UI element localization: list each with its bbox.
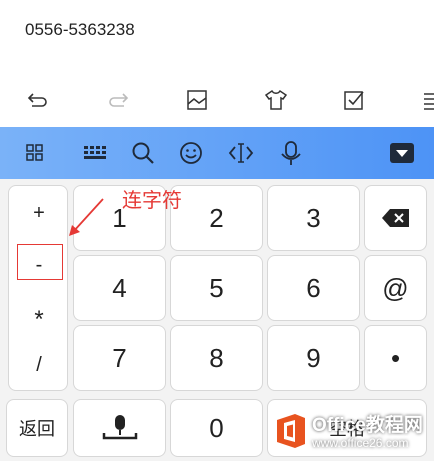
phone-number-input[interactable]: 0556-5363238 xyxy=(25,20,135,40)
microphone-icon xyxy=(102,415,137,440)
symbol-column: + - * / xyxy=(8,185,68,391)
search-icon[interactable] xyxy=(129,139,157,167)
plus-key[interactable]: + xyxy=(9,202,69,225)
checkbox-icon[interactable] xyxy=(340,86,368,114)
mic-icon[interactable] xyxy=(277,139,305,167)
hyphen-highlight-box xyxy=(17,244,63,280)
redo-icon[interactable] xyxy=(104,86,132,114)
watermark: Office教程网 www.office26.com xyxy=(272,408,434,458)
key-3[interactable]: 3 xyxy=(267,185,360,251)
dot-key[interactable]: • xyxy=(364,325,427,391)
key-8[interactable]: 8 xyxy=(170,325,263,391)
key-9[interactable]: 9 xyxy=(267,325,360,391)
key-4[interactable]: 4 xyxy=(73,255,166,321)
shirt-icon[interactable] xyxy=(262,86,290,114)
collapse-icon[interactable] xyxy=(388,139,416,167)
backspace-icon xyxy=(381,209,409,227)
key-0[interactable]: 0 xyxy=(170,399,263,457)
key-5[interactable]: 5 xyxy=(170,255,263,321)
edit-toolbar xyxy=(0,82,434,118)
watermark-url: www.office26.com xyxy=(312,436,409,450)
grid-icon[interactable] xyxy=(21,139,49,167)
keyboard-icon[interactable] xyxy=(81,139,109,167)
menu-icon[interactable] xyxy=(416,86,434,114)
annotation-arrow xyxy=(69,198,104,236)
back-key[interactable]: 返回 xyxy=(6,399,68,457)
watermark-title: Office教程网 xyxy=(312,415,423,436)
key-2[interactable]: 2 xyxy=(170,185,263,251)
slash-key[interactable]: / xyxy=(9,354,69,377)
key-6[interactable]: 6 xyxy=(267,255,360,321)
hyphen-annotation: 连字符 xyxy=(122,188,182,212)
cursor-icon[interactable] xyxy=(227,139,255,167)
office-logo-icon xyxy=(277,414,305,448)
voice-key[interactable] xyxy=(73,399,166,457)
backspace-key[interactable] xyxy=(364,185,427,251)
emoji-icon[interactable] xyxy=(177,139,205,167)
image-icon[interactable] xyxy=(183,86,211,114)
keyboard-toolbar xyxy=(0,127,434,179)
key-7[interactable]: 7 xyxy=(73,325,166,391)
asterisk-key[interactable]: * xyxy=(9,306,69,334)
undo-icon[interactable] xyxy=(24,86,52,114)
at-key[interactable]: @ xyxy=(364,255,427,321)
